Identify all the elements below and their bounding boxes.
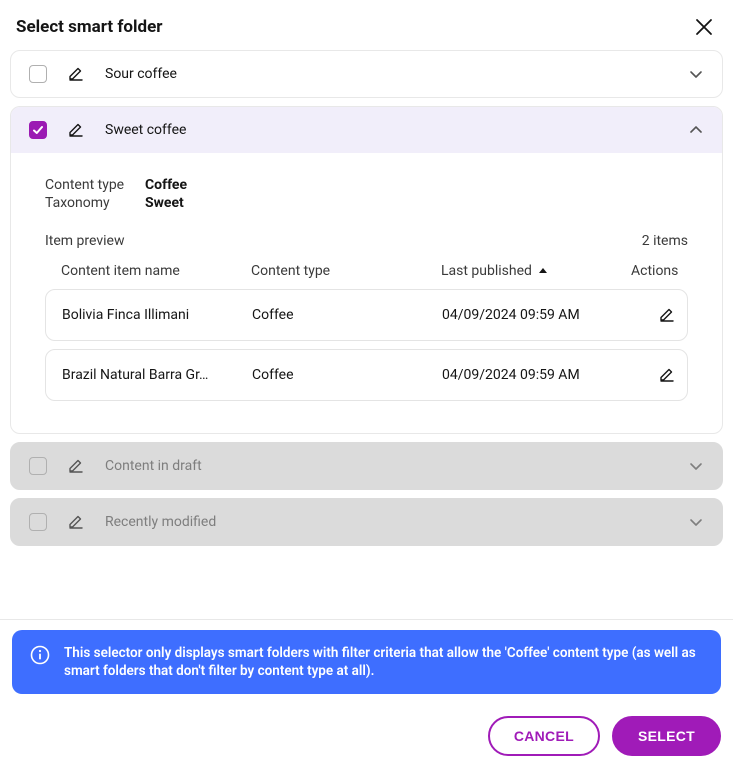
edit-icon [658,306,676,324]
col-published[interactable]: Last published [441,263,631,279]
modal-title: Select smart folder [16,17,163,37]
chevron-down-icon[interactable] [688,514,704,530]
folder-label: Content in draft [105,458,668,474]
taxonomy-label: Taxonomy [45,195,145,211]
cell-name: Brazil Natural Barra Gr… [62,367,252,383]
col-actions: Actions [631,263,701,279]
col-type[interactable]: Content type [251,263,441,279]
check-icon [32,124,44,136]
cell-type: Coffee [252,367,442,383]
folder-details: Content type Coffee Taxonomy Sweet Item … [11,153,722,433]
row-edit-button[interactable] [632,306,702,324]
sort-asc-icon [538,266,548,276]
close-icon [695,18,713,36]
close-button[interactable] [691,14,717,40]
folder-checkbox[interactable] [29,65,47,83]
folder-checkbox [29,513,47,531]
taxonomy-value: Sweet [145,195,688,211]
chevron-up-icon[interactable] [688,122,704,138]
edit-icon [658,366,676,384]
edit-icon[interactable] [67,513,85,531]
edit-icon[interactable] [67,121,85,139]
col-published-label: Last published [441,263,532,279]
folder-item-draft: Content in draft [10,442,723,490]
items-count: 2 items [642,233,688,249]
cancel-button[interactable]: CANCEL [488,716,600,756]
cell-name: Bolivia Finca Illimani [62,307,252,323]
cell-published: 04/09/2024 09:59 AM [442,307,632,323]
folder-label: Sweet coffee [105,122,668,138]
folder-item-sweet: Sweet coffee Content type Coffee Taxonom… [10,106,723,434]
folder-item-recent: Recently modified [10,498,723,546]
folder-item-sour[interactable]: Sour coffee [10,50,723,98]
info-text: This selector only displays smart folder… [64,644,703,680]
cell-type: Coffee [252,307,442,323]
chevron-down-icon[interactable] [688,458,704,474]
folder-label: Sour coffee [105,66,668,82]
table-row: Brazil Natural Barra Gr… Coffee 04/09/20… [45,349,688,401]
folder-checkbox[interactable] [29,121,47,139]
edit-icon[interactable] [67,65,85,83]
info-banner: This selector only displays smart folder… [12,630,721,694]
table-header: Content item name Content type Last publ… [45,263,688,289]
select-button[interactable]: SELECT [612,716,721,756]
table-row: Bolivia Finca Illimani Coffee 04/09/2024… [45,289,688,341]
chevron-down-icon[interactable] [688,66,704,82]
row-edit-button[interactable] [632,366,702,384]
folder-checkbox [29,457,47,475]
content-type-label: Content type [45,177,145,193]
edit-icon[interactable] [67,457,85,475]
preview-label: Item preview [45,233,125,249]
folder-label: Recently modified [105,514,668,530]
info-icon [30,645,50,665]
folder-row[interactable]: Sweet coffee [11,107,722,153]
cell-published: 04/09/2024 09:59 AM [442,367,632,383]
content-type-value: Coffee [145,177,688,193]
col-name[interactable]: Content item name [61,263,251,279]
